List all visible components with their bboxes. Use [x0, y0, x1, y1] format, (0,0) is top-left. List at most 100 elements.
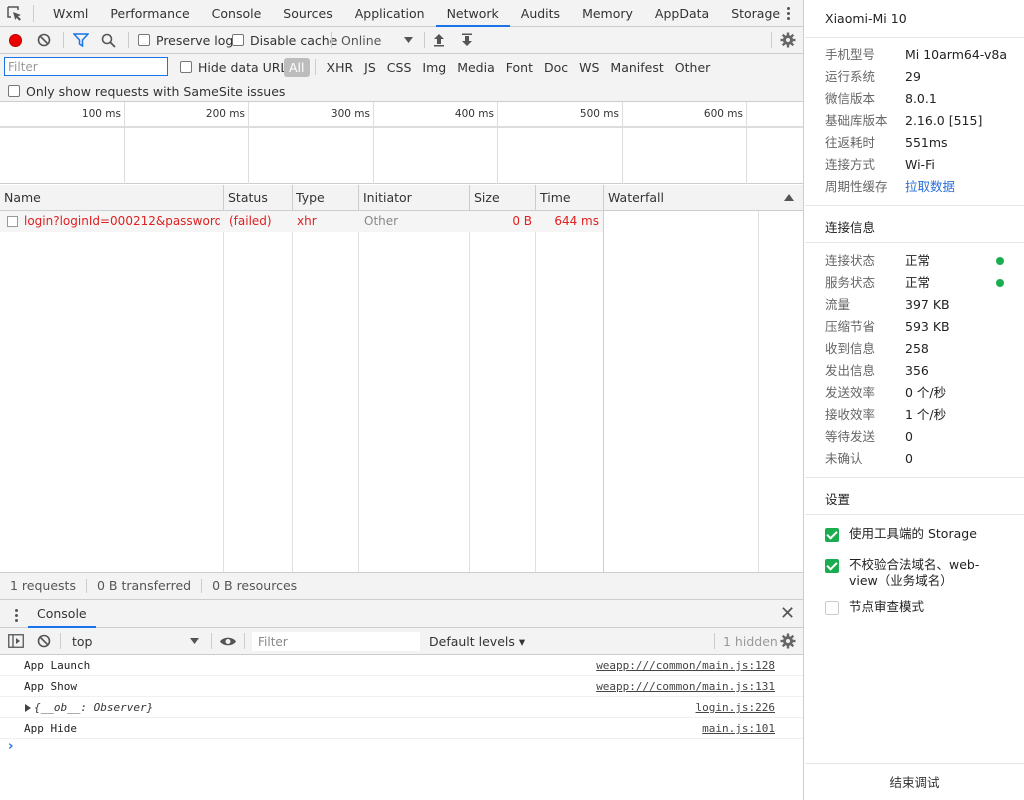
type-filter-other[interactable]: Other [670, 58, 716, 77]
info-row: 压缩节省 593 KB [825, 316, 1015, 338]
more-options-icon[interactable] [784, 5, 792, 22]
type-filter-doc[interactable]: Doc [539, 58, 573, 77]
info-row: 收到信息 258 [825, 338, 1015, 360]
column-header-waterfall[interactable]: Waterfall [604, 185, 803, 211]
type-filter-ws[interactable]: WS [574, 58, 604, 77]
context-value: top [72, 633, 93, 649]
console-filter-input[interactable] [252, 632, 420, 651]
message-source-link[interactable]: weapp:///common/main.js:128 [596, 655, 775, 676]
message-source-link[interactable]: main.js:101 [702, 718, 775, 739]
column-header-size[interactable]: Size [470, 185, 536, 211]
type-filter-media[interactable]: Media [452, 58, 500, 77]
checkbox-checked-icon[interactable] [825, 528, 839, 542]
console-message[interactable]: {__ob__: Observer} login.js:226 [0, 697, 803, 718]
hide-data-urls-label: Hide data URLs [198, 59, 294, 75]
message-object[interactable]: {__ob__: Observer} [34, 697, 153, 718]
hide-data-urls-checkbox[interactable]: Hide data URLs [180, 58, 294, 76]
eye-icon[interactable] [219, 636, 237, 647]
tab-network[interactable]: Network [435, 0, 510, 27]
info-row: 接收效率 1 个/秒 [825, 404, 1015, 426]
close-icon[interactable]: ✕ [780, 605, 795, 623]
message-source-link[interactable]: login.js:226 [696, 697, 775, 718]
drawer-menu-icon[interactable] [12, 607, 20, 624]
context-select[interactable]: top [64, 630, 207, 652]
search-icon[interactable] [101, 33, 116, 48]
checkbox-box[interactable] [8, 85, 20, 97]
tab-console[interactable]: Console [201, 0, 273, 27]
disable-cache-checkbox[interactable]: Disable cache [232, 27, 337, 53]
checkbox-box[interactable] [138, 34, 150, 46]
checkbox-box[interactable] [180, 61, 192, 73]
throttling-select[interactable]: Online [341, 27, 413, 53]
tab-wxml[interactable]: Wxml [42, 0, 99, 27]
tab-application[interactable]: Application [344, 0, 436, 27]
preserve-log-checkbox[interactable]: Preserve log [138, 27, 233, 53]
request-initiator: Other [364, 214, 399, 228]
tab-storage[interactable]: Storage [720, 0, 791, 27]
log-levels-dropdown[interactable]: Default levels ▾ [429, 628, 525, 655]
record-icon[interactable] [9, 33, 22, 47]
fetch-data-link[interactable]: 拉取数据 [905, 176, 955, 198]
column-header-status[interactable]: Status [224, 185, 293, 211]
type-separator [314, 59, 316, 75]
info-row: 手机型号 Mi 10arm64-v8a [825, 44, 1015, 66]
info-value: 593 KB [905, 319, 950, 334]
table-row[interactable]: login?loginId=000212&password=... (faile… [0, 211, 603, 232]
setting-checkbox[interactable]: 使用工具端的 Storage [825, 526, 1015, 544]
type-filter-js[interactable]: JS [359, 58, 381, 77]
end-debug-button[interactable]: 结束调试 [805, 763, 1024, 800]
filter-icon[interactable] [73, 33, 89, 47]
clear-console-icon[interactable] [37, 634, 51, 648]
overview-tick-label: 600 ms [703, 108, 743, 120]
column-header-time[interactable]: Time [536, 185, 604, 211]
type-filter-xhr[interactable]: XHR [322, 58, 359, 77]
devtools-tabs: Wxml Performance Console Sources Application… [42, 0, 791, 27]
setting-checkbox[interactable]: 不校验合法域名、web-view（业务域名） [825, 557, 1015, 591]
gear-icon[interactable] [780, 32, 796, 48]
console-settings-gear-icon[interactable] [780, 633, 796, 649]
checkbox-unchecked-icon[interactable] [825, 601, 839, 615]
tab-performance[interactable]: Performance [99, 0, 200, 27]
type-filter-font[interactable]: Font [501, 58, 538, 77]
column-header-type[interactable]: Type [292, 185, 359, 211]
request-status: (failed) [229, 214, 272, 228]
tab-audits[interactable]: Audits [510, 0, 571, 27]
expand-triangle-icon[interactable] [25, 704, 31, 712]
info-key: 服务状态 [825, 275, 876, 290]
console-prompt[interactable]: › [8, 739, 13, 754]
overview-gridline [746, 102, 747, 184]
inspect-element-icon[interactable] [6, 5, 24, 23]
info-key: 发出信息 [825, 363, 876, 378]
checkbox-checked-icon[interactable] [825, 559, 839, 573]
tab-sources[interactable]: Sources [272, 0, 343, 27]
sort-ascending-icon[interactable] [784, 194, 794, 201]
column-header-initiator[interactable]: Initiator [359, 185, 470, 211]
device-name: Xiaomi-Mi 10 [825, 11, 907, 26]
request-name[interactable]: login?loginId=000212&password=... [24, 211, 220, 232]
network-overview-timeline[interactable]: 100 ms 200 ms 300 ms 400 ms 500 ms 600 ms [0, 102, 803, 184]
samesite-checkbox[interactable]: Only show requests with SameSite issues [8, 83, 285, 99]
checkbox-box[interactable] [232, 34, 244, 46]
info-key: 连接状态 [825, 253, 876, 268]
status-ok-dot [996, 279, 1004, 287]
type-filter-css[interactable]: CSS [382, 58, 417, 77]
export-har-icon[interactable] [461, 33, 473, 47]
column-header-name[interactable]: Name [0, 185, 224, 211]
import-har-icon[interactable] [433, 33, 445, 47]
sidebar-toggle-icon[interactable] [8, 634, 24, 648]
filter-input[interactable] [4, 57, 168, 76]
info-row: 运行系统 29 [825, 66, 1015, 88]
tab-appdata[interactable]: AppData [644, 0, 720, 27]
info-key: 接收效率 [825, 407, 876, 422]
message-source-link[interactable]: weapp:///common/main.js:131 [596, 676, 775, 697]
type-filter-img[interactable]: Img [417, 58, 451, 77]
setting-checkbox[interactable]: 节点审查模式 [825, 599, 1015, 617]
overview-tick-label: 100 ms [81, 108, 121, 120]
tab-console-drawer[interactable]: Console [28, 600, 96, 628]
type-filter-all[interactable]: All [284, 57, 310, 77]
tab-memory[interactable]: Memory [571, 0, 644, 27]
type-filter-manifest[interactable]: Manifest [605, 58, 668, 77]
clear-icon[interactable] [37, 33, 51, 47]
console-message: App Launch weapp:///common/main.js:128 [0, 655, 803, 676]
info-key: 压缩节省 [825, 319, 876, 334]
